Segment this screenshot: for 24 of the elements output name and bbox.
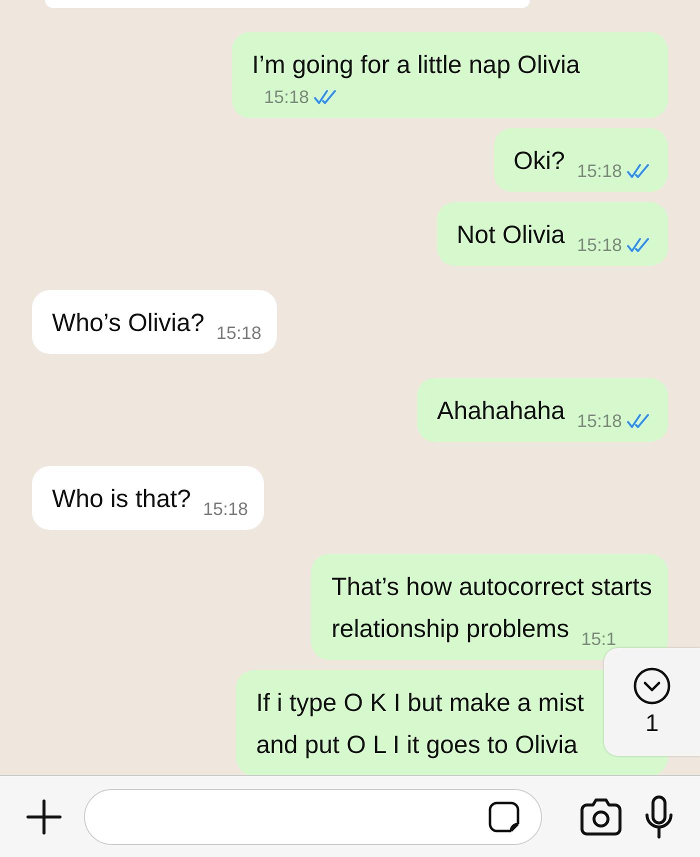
- message-time: 15:18: [202, 498, 248, 520]
- message-text: Oki?: [514, 146, 565, 177]
- message-text: Who is that?: [52, 484, 191, 515]
- message-text: Ahahahaha: [437, 396, 565, 427]
- plus-icon[interactable]: [26, 798, 62, 834]
- message-time: 15:18: [264, 86, 310, 108]
- scroll-down-button[interactable]: 1: [604, 648, 700, 756]
- message-text: If i type O K I but make a mist: [256, 688, 584, 719]
- message-text: Who’s Olivia?: [52, 308, 204, 339]
- message-time: 15:18: [216, 322, 262, 344]
- chevron-down-icon: [632, 666, 672, 706]
- message-text: That’s how autocorrect starts: [331, 572, 652, 603]
- microphone-icon[interactable]: [644, 794, 674, 838]
- message-text: and put O L I it goes to Olivia: [256, 730, 578, 761]
- message-time: 15:18: [576, 234, 622, 256]
- message-text: I’m going for a little nap Olivia: [252, 50, 580, 81]
- message-time: 15:18: [576, 160, 622, 182]
- sticker-icon[interactable]: [487, 800, 521, 834]
- unread-count: 1: [645, 710, 659, 738]
- message-time: 15:1: [581, 628, 616, 650]
- camera-icon[interactable]: [580, 798, 622, 836]
- message-text: relationship problems: [331, 614, 570, 645]
- message-time: 15:18: [576, 410, 622, 432]
- message-text: Not Olivia: [456, 220, 565, 251]
